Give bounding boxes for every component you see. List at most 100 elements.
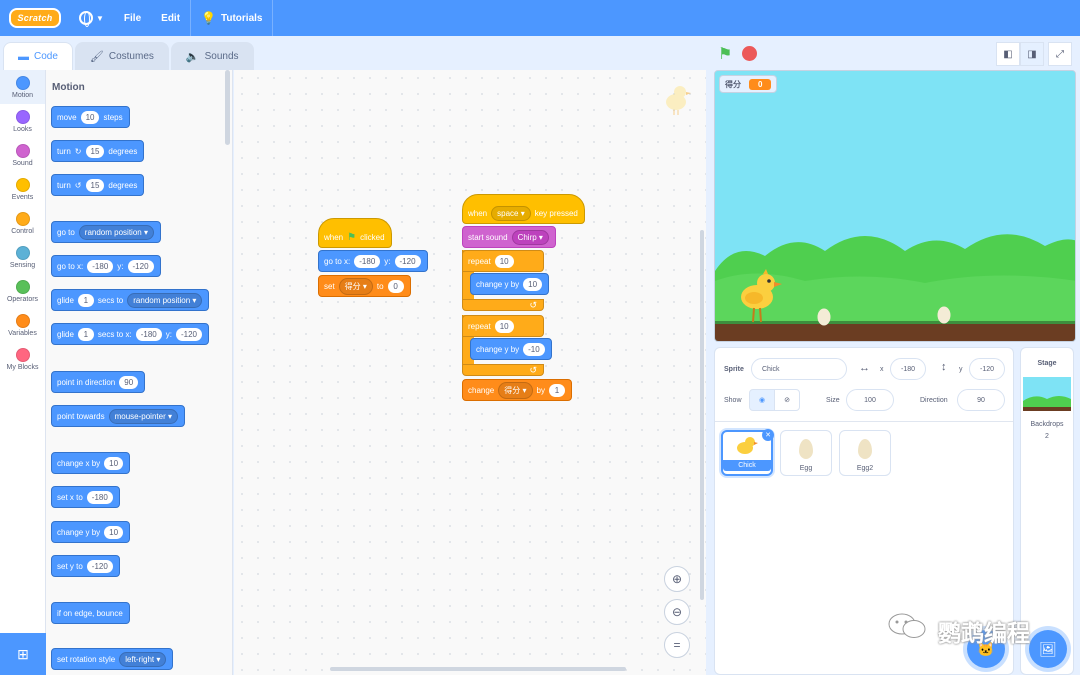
block-when-key-pressed[interactable]: whenspacekey pressed: [462, 194, 585, 224]
block-glide-to[interactable]: glide 1 secs to random position: [51, 289, 210, 311]
script-area[interactable]: when⚑clicked go to x:-180y:-120 set得分to0…: [234, 70, 706, 675]
tab-code[interactable]: ▬ Code: [3, 42, 73, 70]
vertical-scrollbar[interactable]: [700, 230, 704, 600]
dropdown[interactable]: left-right: [119, 651, 167, 667]
number-input[interactable]: -180: [86, 490, 113, 504]
direction-input[interactable]: 90: [957, 389, 1005, 411]
category-variables[interactable]: Variables: [0, 308, 45, 342]
tab-costumes[interactable]: 🖌 Costumes: [74, 42, 169, 70]
number-input[interactable]: 10: [104, 456, 124, 470]
key-dropdown[interactable]: space: [491, 205, 531, 221]
tutorials-button[interactable]: 💡 Tutorials: [191, 0, 272, 36]
block-set-y[interactable]: set y to -120: [51, 555, 120, 577]
category-motion[interactable]: Motion: [0, 70, 45, 104]
block-change-y[interactable]: change y by -10: [470, 338, 552, 360]
number-input[interactable]: 10: [494, 319, 514, 333]
sprite-tile-chick[interactable]: Chick ✕: [721, 429, 774, 476]
block-move-steps[interactable]: move 10 steps: [51, 106, 130, 128]
tab-sounds[interactable]: 🔈 Sounds: [170, 42, 254, 70]
zoom-reset-button[interactable]: =: [664, 632, 690, 658]
block-go-to-xy[interactable]: go to x: -180 y: -120: [51, 255, 161, 277]
number-input[interactable]: -180: [87, 259, 114, 273]
block-start-sound[interactable]: start sound Chirp: [462, 226, 556, 248]
block-turn-right[interactable]: turn ↻ 15 degrees: [51, 140, 145, 162]
block-set-variable[interactable]: set得分to0: [318, 275, 411, 297]
variable-dropdown[interactable]: 得分: [498, 381, 533, 399]
small-stage-button[interactable]: ◧: [996, 42, 1020, 66]
dropdown[interactable]: random position: [78, 224, 154, 240]
edit-menu[interactable]: Edit: [151, 0, 190, 36]
number-input[interactable]: -180: [354, 254, 381, 268]
zoom-out-button[interactable]: ⊖: [664, 599, 690, 625]
palette-scrollbar[interactable]: [225, 70, 230, 145]
size-input[interactable]: 100: [846, 389, 894, 411]
block-turn-left[interactable]: turn ↺ 15 degrees: [51, 174, 145, 196]
stage[interactable]: 得分 0: [714, 70, 1076, 342]
file-menu[interactable]: File: [114, 0, 151, 36]
number-input[interactable]: -120: [127, 259, 154, 273]
sprite-tile-egg2[interactable]: Egg2: [839, 430, 891, 476]
green-flag-button[interactable]: ⚑: [718, 44, 732, 64]
choose-backdrop-button[interactable]: 🖼: [1029, 630, 1067, 668]
category-sensing[interactable]: Sensing: [0, 240, 45, 274]
fullscreen-button[interactable]: ⤢: [1048, 42, 1072, 66]
number-input[interactable]: 10: [494, 254, 514, 268]
egg-sprite[interactable]: [817, 306, 831, 326]
number-input[interactable]: 15: [85, 144, 105, 158]
add-extension-button[interactable]: ⊞: [0, 633, 46, 675]
number-input[interactable]: 1: [77, 293, 94, 307]
show-hidden-button[interactable]: ⊘: [774, 389, 800, 411]
variable-monitor[interactable]: 得分 0: [719, 75, 778, 93]
category-looks[interactable]: Looks: [0, 104, 45, 138]
number-input[interactable]: 10: [104, 525, 124, 539]
block-go-to-xy[interactable]: go to x: -180 y: -120: [318, 250, 428, 272]
number-input[interactable]: 10: [523, 277, 543, 291]
block-point-towards[interactable]: point towards mouse-pointer: [51, 405, 185, 427]
number-input[interactable]: 1: [77, 327, 94, 341]
block-set-rotation-style[interactable]: set rotation style left-right: [51, 648, 174, 670]
x-input[interactable]: -180: [890, 358, 926, 380]
number-input[interactable]: -180: [135, 327, 162, 341]
number-input[interactable]: -120: [175, 327, 202, 341]
chick-sprite[interactable]: [735, 267, 785, 323]
number-input[interactable]: -120: [394, 254, 421, 268]
sprite-tile-egg[interactable]: Egg: [780, 430, 832, 476]
delete-sprite-button[interactable]: ✕: [762, 429, 774, 441]
block-repeat[interactable]: repeat 10: [462, 250, 544, 272]
dropdown[interactable]: mouse-pointer: [108, 408, 178, 424]
block-change-x[interactable]: change x by 10: [51, 452, 131, 474]
block-go-to[interactable]: go to random position: [51, 221, 161, 243]
block-set-x[interactable]: set x to -180: [51, 486, 120, 508]
block-when-flag-clicked[interactable]: when ⚑ clicked: [318, 218, 392, 248]
sprite-name-input[interactable]: Chick: [751, 358, 847, 380]
block-bounce[interactable]: if on edge, bounce: [51, 602, 130, 624]
category-sound[interactable]: Sound: [0, 138, 45, 172]
number-input[interactable]: -10: [523, 342, 545, 356]
number-input[interactable]: 10: [80, 110, 100, 124]
block-point-in-direction[interactable]: point in direction 90: [51, 371, 146, 393]
block-change-variable[interactable]: change得分by1: [462, 379, 572, 401]
block-repeat[interactable]: repeat 10: [462, 315, 544, 337]
category-operators[interactable]: Operators: [0, 274, 45, 308]
normal-stage-button[interactable]: ◨: [1020, 42, 1044, 66]
value-input[interactable]: 0: [387, 279, 404, 293]
stop-button[interactable]: [742, 46, 757, 61]
block-glide-to-xy[interactable]: glide 1 secs to x: -180 y: -120: [51, 323, 209, 345]
scratch-logo[interactable]: Scratch: [9, 8, 61, 28]
category-events[interactable]: Events: [0, 172, 45, 206]
number-input[interactable]: 90: [119, 375, 139, 389]
variable-dropdown[interactable]: 得分: [338, 277, 373, 295]
category-control[interactable]: Control: [0, 206, 45, 240]
language-menu[interactable]: ▼: [69, 0, 114, 36]
value-input[interactable]: 1: [548, 383, 565, 397]
block-change-y[interactable]: change y by 10: [470, 273, 550, 295]
block-change-y[interactable]: change y by 10: [51, 521, 131, 543]
category-my-blocks[interactable]: My Blocks: [0, 342, 45, 376]
zoom-in-button[interactable]: ⊕: [664, 566, 690, 592]
number-input[interactable]: -120: [86, 559, 113, 573]
egg2-sprite[interactable]: [937, 304, 951, 324]
dropdown[interactable]: random position: [127, 292, 203, 308]
horizontal-scrollbar[interactable]: [330, 667, 626, 671]
show-visible-button[interactable]: ◉: [749, 389, 775, 411]
number-input[interactable]: 15: [85, 178, 105, 192]
